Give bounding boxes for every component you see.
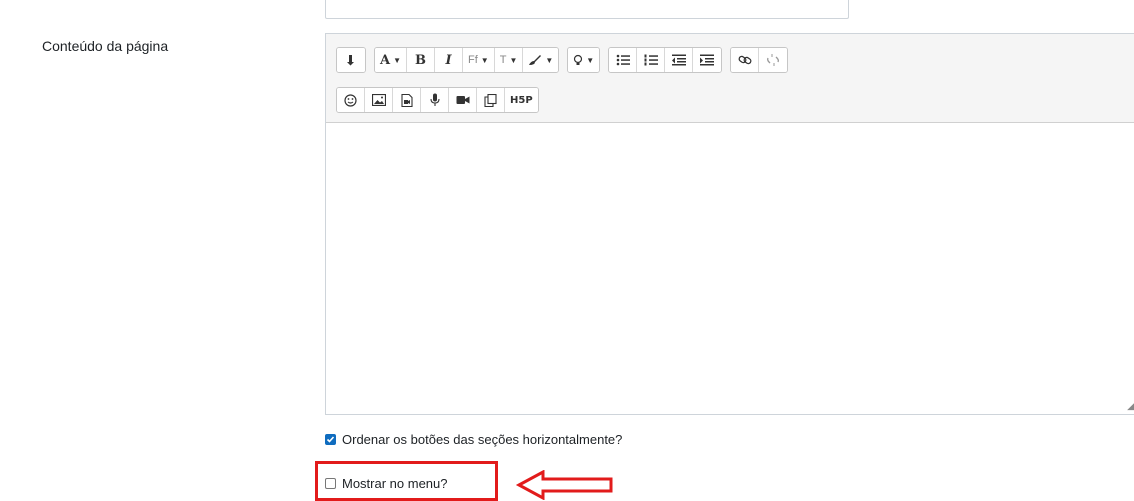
toolbar-row-1: A ▼ B I Ff ▼ T ▼ ▼ ▼ xyxy=(336,47,789,73)
font-color-button[interactable]: A ▼ xyxy=(375,48,408,72)
bold-label: B xyxy=(415,52,427,68)
order-buttons-checkbox-row[interactable]: Ordenar os botões das seções horizontalm… xyxy=(325,432,622,447)
editor-toolbar: A ▼ B I Ff ▼ T ▼ ▼ ▼ H5P xyxy=(326,34,1134,123)
font-size-button[interactable]: T ▼ xyxy=(494,48,524,72)
previous-field-input[interactable] xyxy=(325,0,849,19)
h5p-label: H5P xyxy=(510,94,533,106)
annotation-highlight-box xyxy=(315,461,498,501)
copy-files-icon xyxy=(484,93,497,107)
h5p-button[interactable]: H5P xyxy=(505,88,538,112)
lightbulb-button[interactable]: ▼ xyxy=(568,48,600,72)
video-camera-icon xyxy=(456,96,469,104)
outdent-button[interactable] xyxy=(665,48,694,72)
font-family-label: Ff xyxy=(468,54,478,66)
indent-icon xyxy=(700,54,715,66)
bold-button[interactable]: B xyxy=(407,48,436,72)
lightbulb-icon xyxy=(574,54,583,65)
italic-label: I xyxy=(445,52,452,68)
chevron-down-icon: ▼ xyxy=(393,55,402,65)
media-button[interactable] xyxy=(393,88,421,112)
image-button[interactable] xyxy=(365,88,393,112)
toolbar-row-2: H5P xyxy=(336,87,539,113)
record-audio-button[interactable] xyxy=(421,88,449,112)
emoji-icon xyxy=(344,93,357,107)
font-family-button[interactable]: Ff ▼ xyxy=(463,48,495,72)
brush-icon xyxy=(529,55,542,65)
manage-files-button[interactable] xyxy=(477,88,505,112)
resize-handle-icon[interactable]: ◢ xyxy=(1127,401,1134,412)
chevron-down-icon: ▼ xyxy=(509,55,518,65)
font-color-label: A xyxy=(380,52,391,68)
toolbar-toggle-icon[interactable] xyxy=(337,48,365,72)
page-content-label: Conteúdo da página xyxy=(42,38,169,54)
chevron-down-icon: ▼ xyxy=(480,55,489,65)
numbered-list-icon xyxy=(644,54,658,66)
brush-button[interactable]: ▼ xyxy=(523,48,559,72)
unlink-button[interactable] xyxy=(759,48,788,72)
media-file-icon xyxy=(400,93,413,107)
indent-button[interactable] xyxy=(693,48,722,72)
chevron-down-icon: ▼ xyxy=(586,55,595,65)
outdent-icon xyxy=(671,54,686,66)
order-buttons-label: Ordenar os botões das seções horizontalm… xyxy=(342,432,623,447)
unlink-icon xyxy=(767,54,780,66)
rich-text-editor: A ▼ B I Ff ▼ T ▼ ▼ ▼ H5P ◢ xyxy=(325,33,1134,415)
record-video-button[interactable] xyxy=(449,88,477,112)
image-icon xyxy=(371,94,386,106)
order-buttons-checkbox[interactable] xyxy=(325,434,336,445)
font-size-label: T xyxy=(499,54,507,66)
numbered-list-button[interactable] xyxy=(637,48,666,72)
italic-button[interactable]: I xyxy=(435,48,464,72)
bullet-list-button[interactable] xyxy=(609,48,638,72)
bullet-list-icon xyxy=(616,54,630,66)
microphone-icon xyxy=(429,93,440,106)
chevron-down-icon: ▼ xyxy=(545,55,554,65)
link-button[interactable] xyxy=(731,48,760,72)
link-icon xyxy=(738,55,752,65)
emoji-button[interactable] xyxy=(337,88,365,112)
